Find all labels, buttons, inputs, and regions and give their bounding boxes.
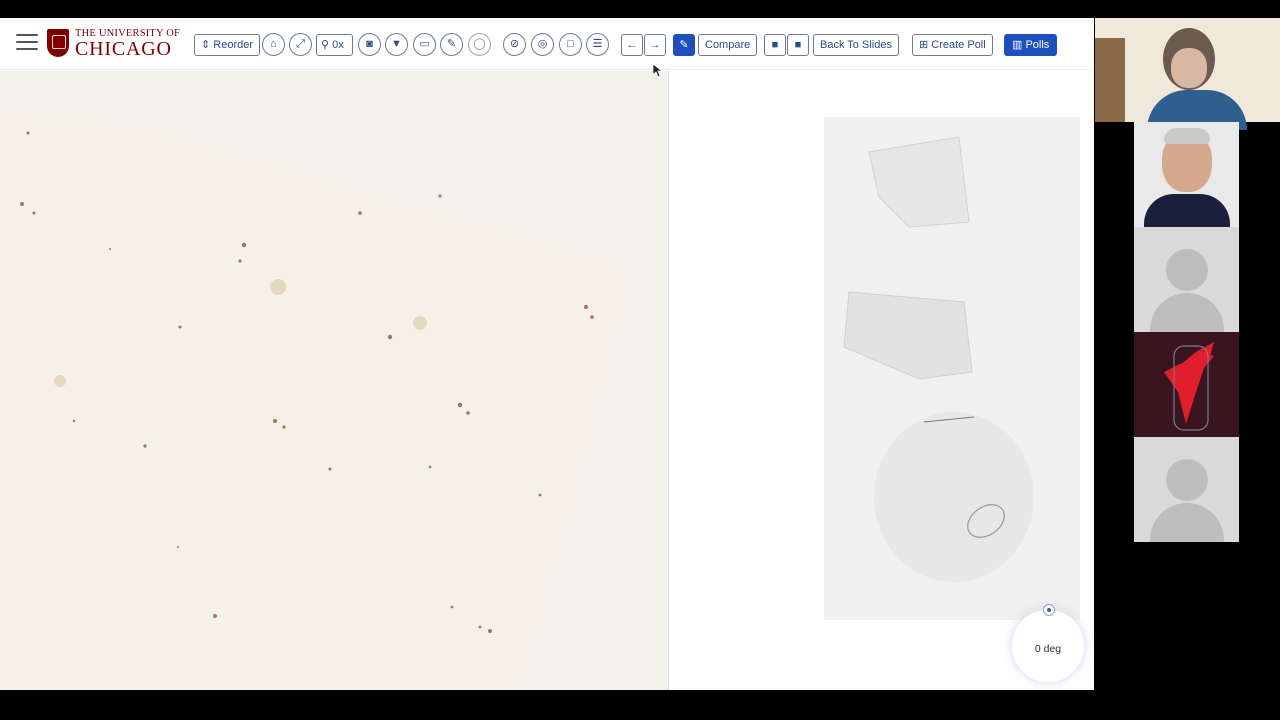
rotation-dial[interactable]: 0 deg [1011,604,1085,683]
bookshelf [1095,38,1125,122]
avatar-icon [1166,459,1208,501]
lasso-button[interactable]: ◯ [468,33,491,56]
home-button[interactable]: ⌂ [262,33,285,56]
participant-tile-5[interactable] [1134,437,1239,542]
filter-icon: ▼ [391,38,402,50]
rotation-value: 0 deg [1034,643,1062,655]
draw-icon: ⊘ [509,38,520,50]
toolbar: THE UNIVERSITY OF CHICAGO ⇕ Reorder ⌂ ⤢ … [0,18,1094,70]
mouse-cursor-icon [652,63,664,83]
square-icon: □ [567,38,574,50]
previous-button[interactable]: ← [621,34,643,56]
present-button[interactable]: ▭ [413,33,436,56]
stop-icon: ■ [794,39,802,51]
slide-overview[interactable]: 0 deg [669,71,1094,690]
participant-video-2[interactable] [1134,122,1239,227]
ring-tool-button[interactable]: ◎ [531,33,554,56]
polls-label: Polls [1025,39,1050,51]
fit-view-button[interactable]: ⤢ [289,33,312,56]
participant-hair [1164,128,1210,144]
crest-icon [47,29,69,57]
expand-icon: ⤢ [296,38,305,50]
tissue-sections [843,136,1034,582]
camera-icon: ◙ [366,38,373,50]
next-button[interactable]: → [644,34,666,56]
slide-zoom-view[interactable] [0,71,669,690]
reorder-label: Reorder [213,39,254,51]
slide-viewer-app: THE UNIVERSITY OF CHICAGO ⇕ Reorder ⌂ ⤢ … [0,18,1094,690]
draw-tool-button[interactable]: ⊘ [503,33,526,56]
reorder-button[interactable]: ⇕ Reorder [194,34,261,56]
participant-face [1171,48,1207,88]
screenshot-button[interactable]: ◙ [358,33,381,56]
compare-button[interactable]: Compare [698,34,758,56]
pen-button[interactable]: ✎ [440,33,463,56]
list-button[interactable]: ☰ [586,33,609,56]
screen: THE UNIVERSITY OF CHICAGO ⇕ Reorder ⌂ ⤢ … [0,0,1280,720]
stop-button[interactable]: ■ [787,34,809,56]
filter-button[interactable]: ▼ [385,33,408,56]
monitor-icon: ▭ [419,38,430,50]
participant-shirt [1144,194,1230,227]
slide-thumbnail[interactable] [824,117,1080,620]
create-poll-button[interactable]: ⊞ Create Poll [912,34,993,56]
hamburger-menu-icon[interactable] [16,34,38,52]
avatar-icon [1166,249,1208,291]
record-button[interactable]: ■ [764,34,786,56]
pencil-icon: ✎ [679,39,689,51]
participant-tile-3[interactable] [1134,227,1239,332]
home-icon: ⌂ [270,38,277,50]
zoom-button[interactable]: ⚲ 0x [316,34,353,56]
tissue-image [0,71,668,690]
magnifier-icon: ⚲ [321,39,330,51]
bird-logo-icon [1164,342,1214,431]
avatar-body [1150,503,1224,542]
create-poll-label: Create Poll [931,39,986,51]
arrow-left-icon: ← [626,39,638,51]
video-camera-icon: ■ [771,39,779,51]
sort-icon: ⇕ [201,39,211,51]
bar-chart-icon: ▥ [1012,39,1023,51]
video-participants-panel [1095,18,1280,542]
back-to-slides-button[interactable]: Back To Slides [813,34,899,56]
zoom-level: 0x [332,39,344,51]
logo-line-2: CHICAGO [75,38,172,60]
plus-square-icon: ⊞ [919,39,929,51]
polls-button[interactable]: ▥ Polls [1004,34,1058,56]
avatar-body [1150,293,1224,332]
lasso-icon: ◯ [473,38,486,50]
ring-icon: ◎ [537,38,548,50]
rectangle-tool-button[interactable]: □ [559,33,582,56]
participant-video-main[interactable] [1095,18,1280,130]
annotate-button[interactable]: ✎ [673,34,695,56]
participant-tile-4[interactable] [1134,332,1239,437]
list-icon: ☰ [592,38,603,50]
rotation-handle[interactable] [1043,604,1055,616]
pencil-icon: ✎ [446,38,457,50]
university-logo: THE UNIVERSITY OF CHICAGO [47,28,187,60]
arrow-right-icon: → [649,39,661,51]
